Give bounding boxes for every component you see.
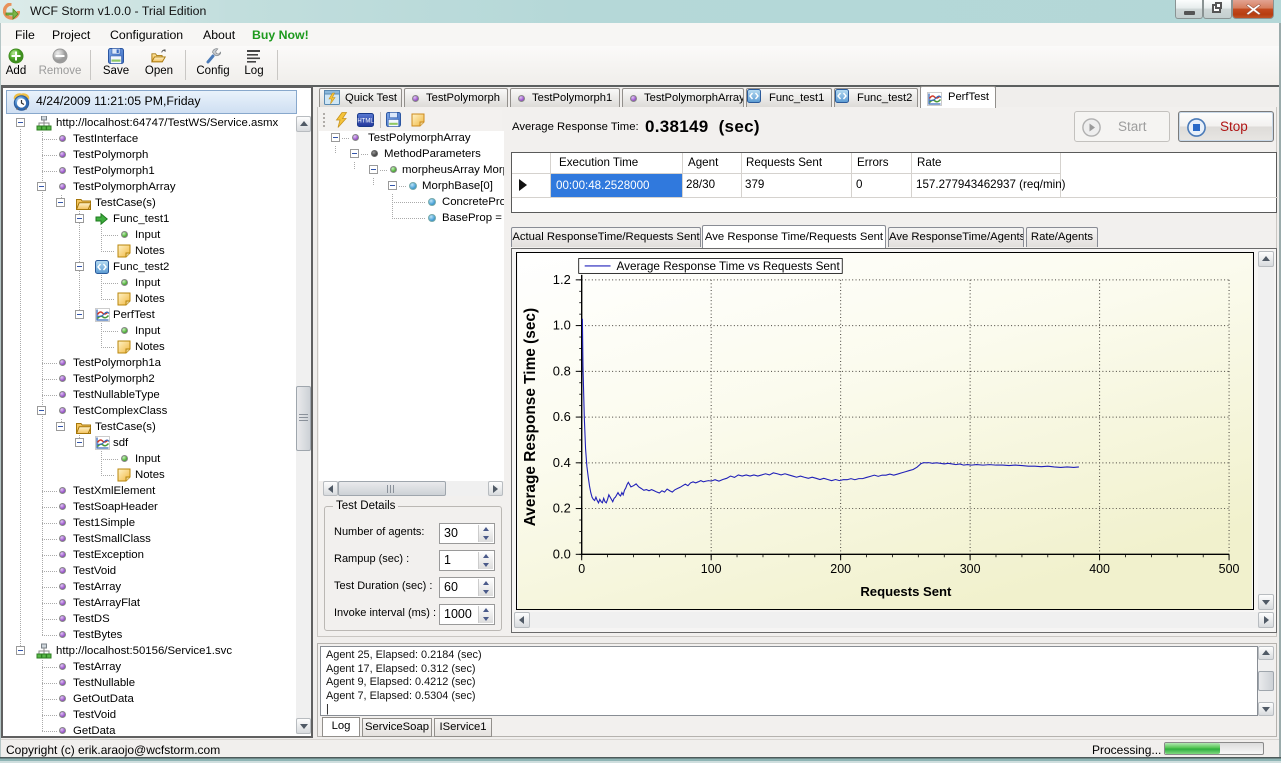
svg-text:1.0: 1.0 (553, 318, 571, 333)
svg-text:0.8: 0.8 (553, 363, 571, 378)
svg-text:Average Response Time (sec): Average Response Time (sec) (522, 308, 539, 526)
svg-text:1.2: 1.2 (553, 272, 571, 287)
svg-text:500: 500 (1219, 562, 1240, 576)
svg-text:200: 200 (830, 562, 851, 576)
svg-text:400: 400 (1089, 562, 1110, 576)
svg-text:0.6: 0.6 (553, 409, 571, 424)
svg-text:300: 300 (960, 562, 981, 576)
svg-text:HTML: HTML (357, 119, 374, 125)
svg-text:0.2: 0.2 (553, 501, 571, 516)
svg-text:Requests Sent: Requests Sent (860, 584, 952, 599)
svg-text:100: 100 (701, 562, 722, 576)
svg-text:0.4: 0.4 (553, 455, 571, 470)
svg-text:0.0: 0.0 (553, 546, 571, 561)
svg-text:0: 0 (578, 562, 585, 576)
svg-text:Average Response Time vs Reque: Average Response Time vs Requests Sent (617, 260, 841, 273)
